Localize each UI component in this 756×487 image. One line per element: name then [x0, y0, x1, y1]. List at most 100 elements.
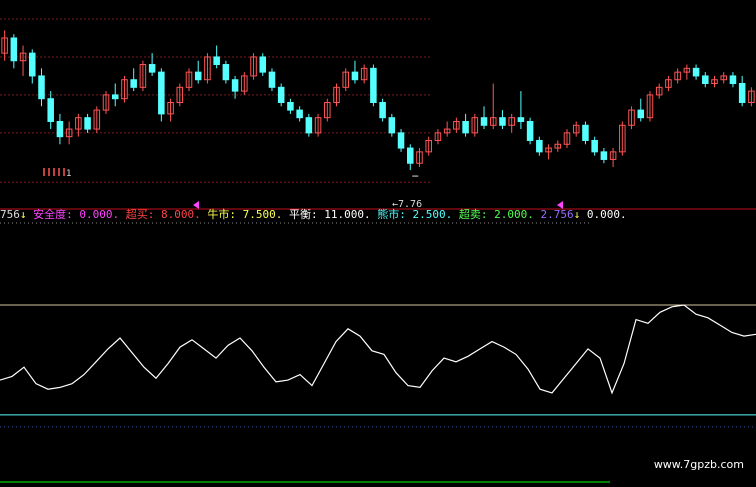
candlestick: [19, 45, 27, 76]
candlestick: [591, 136, 598, 156]
candle-body: [600, 151, 608, 160]
candle-body: [259, 56, 267, 73]
candlestick: [443, 121, 451, 137]
candlestick: [360, 64, 368, 84]
candlestick: [609, 148, 617, 168]
candle-body: [287, 102, 294, 111]
candlestick: [259, 53, 267, 76]
candlestick: [250, 53, 257, 80]
candlestick: [397, 129, 405, 152]
legend-bear-label: 熊市: [377, 208, 400, 221]
legend-oversold-label: 超买: [125, 208, 148, 221]
candle-body: [397, 132, 405, 149]
candlestick: [480, 106, 488, 130]
candlestick: [10, 34, 18, 69]
candle-body: [148, 64, 156, 73]
candlestick: [148, 53, 156, 76]
candlestick: [277, 83, 285, 107]
candle-body: [305, 117, 313, 134]
candlestick: [29, 49, 36, 84]
candle-body: [222, 64, 230, 81]
candle-body: [370, 67, 377, 104]
oscillator-panel: [0, 304, 756, 428]
legend-trail-value: 0.000: [586, 208, 620, 221]
candlestick: [194, 60, 202, 84]
candle-body: [536, 139, 543, 153]
candle-body: [84, 117, 91, 130]
legend-current-arrow: ↓: [573, 208, 581, 221]
legend-oversold-value: 8.000: [161, 208, 195, 221]
candlestick: [729, 72, 737, 88]
candle-body: [702, 75, 709, 85]
candlestick: [471, 113, 479, 137]
candlestick: [130, 68, 137, 92]
candlestick: [93, 106, 101, 133]
candlestick: [508, 113, 515, 133]
candlestick: [582, 121, 589, 145]
legend-lead-value: 756: [0, 208, 20, 221]
candlestick: [600, 148, 608, 164]
candle-body: [526, 120, 534, 141]
candlestick: [268, 68, 276, 92]
candle-body: [10, 37, 18, 62]
watermark-text: www.7gpzb.com: [653, 458, 744, 471]
candle-body: [158, 71, 165, 115]
candlestick: [665, 75, 672, 92]
legend-balance-value: 11.000: [324, 208, 364, 221]
candlestick: [158, 68, 165, 122]
candlestick: [287, 98, 294, 114]
candlestick: [720, 72, 727, 84]
candlestick: [370, 64, 377, 107]
candle-body: [38, 75, 45, 100]
candle-body: [111, 94, 119, 100]
candlestick: [628, 106, 635, 130]
candlestick: [683, 64, 691, 80]
candlestick: [47, 91, 54, 130]
candlestick: [84, 113, 91, 133]
candlestick: [185, 68, 193, 92]
candlestick: [545, 144, 552, 160]
candle-body: [407, 147, 414, 164]
candlestick: [1, 30, 8, 61]
candlestick: [342, 68, 349, 92]
candle-body: [296, 109, 303, 119]
candle-body: [29, 52, 36, 77]
candlestick: [434, 129, 442, 145]
candlestick: [738, 75, 746, 107]
candlestick: [213, 45, 220, 69]
candlestick: [526, 117, 534, 145]
candle-body: [480, 117, 488, 126]
candlestick: [489, 83, 497, 130]
candle-body: [194, 71, 202, 81]
candle-body: [277, 86, 285, 103]
candlestick: [748, 87, 755, 107]
legend-safety-value: 0.000: [79, 208, 113, 221]
candlestick: [314, 113, 322, 137]
candle-body: [582, 124, 589, 141]
candlestick: [453, 117, 460, 133]
candlestick: [111, 83, 119, 107]
candlestick: [56, 113, 64, 145]
candlestick: [379, 98, 386, 122]
candlestick: [462, 113, 469, 137]
candlestick: [646, 91, 654, 122]
candle-body: [692, 67, 700, 77]
candlestick: [204, 53, 211, 84]
candlestick: [619, 121, 626, 156]
candlestick: [222, 60, 230, 84]
legend-bull-label: 牛市: [207, 208, 230, 221]
price-grid: [0, 18, 430, 183]
candlestick: [554, 140, 562, 152]
candlestick: [655, 83, 663, 99]
candlestick: [296, 106, 303, 122]
candlestick: [65, 121, 73, 145]
candle-body: [268, 71, 276, 88]
candlestick: [241, 72, 248, 95]
legend-balance-label: 平衡: [289, 208, 311, 221]
candlestick: [121, 75, 128, 103]
price-markers: [43, 168, 419, 177]
chart-canvas: ←7.76 1: [0, 18, 756, 483]
candlestick: [102, 91, 110, 114]
candlestick: [692, 64, 700, 80]
candlestick: [711, 75, 718, 88]
